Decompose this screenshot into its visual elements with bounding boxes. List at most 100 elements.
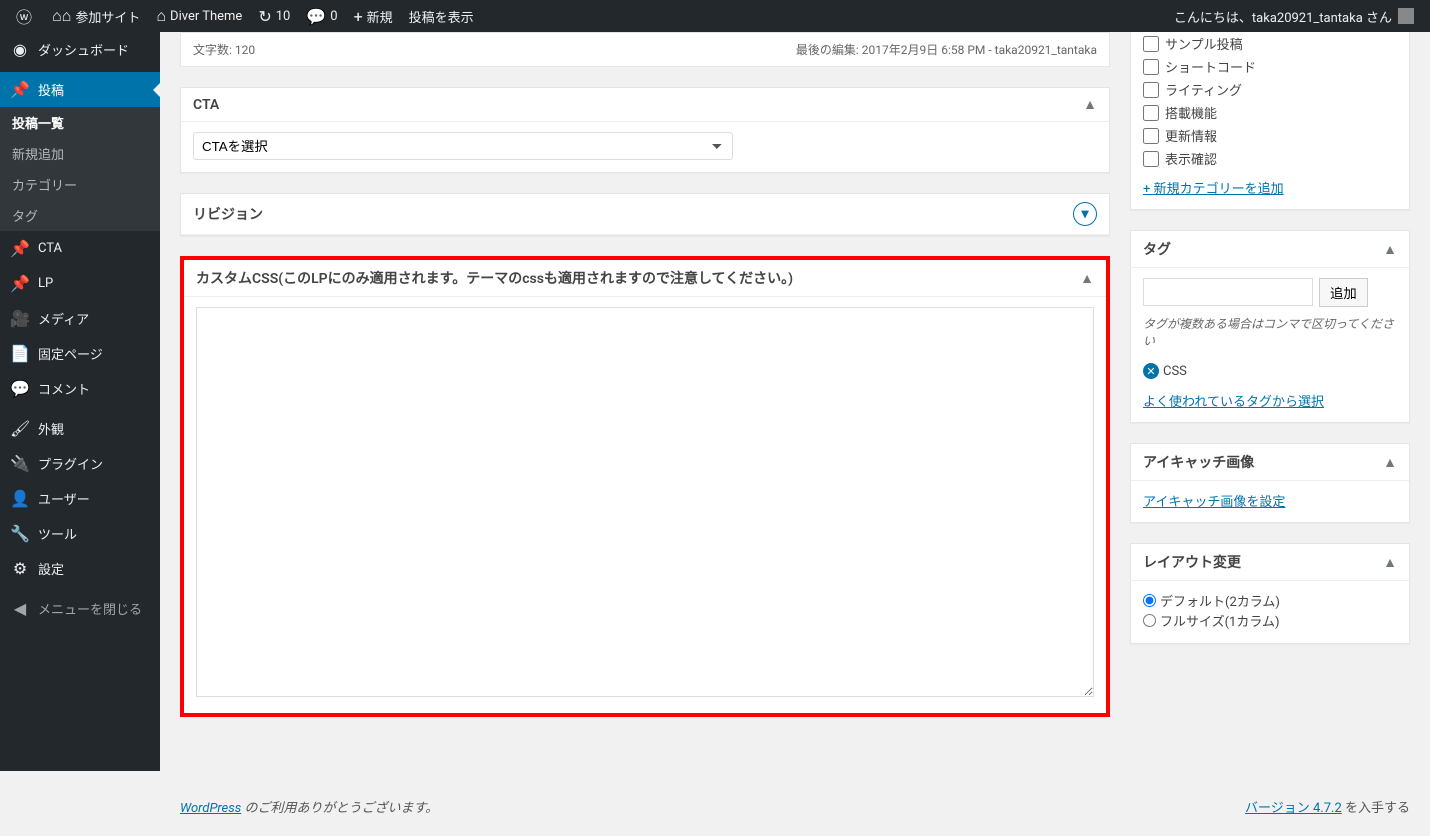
chevron-up-icon[interactable]: ▲ bbox=[1083, 96, 1097, 113]
comment-icon: 💬 bbox=[10, 379, 30, 398]
layout-opt2-label: フルサイズ(1カラム) bbox=[1160, 611, 1280, 630]
menu-pages-label: 固定ページ bbox=[38, 344, 103, 363]
chevron-up-icon[interactable]: ▲ bbox=[1383, 241, 1397, 258]
cta-metabox: CTA ▲ CTAを選択 bbox=[180, 87, 1110, 173]
menu-dashboard[interactable]: ◉ ダッシュボード bbox=[0, 32, 160, 67]
chevron-up-icon[interactable]: ▲ bbox=[1080, 270, 1094, 287]
wordpress-link[interactable]: WordPress bbox=[180, 801, 241, 816]
category-label: 搭載機能 bbox=[1165, 103, 1217, 122]
admin-menu: ◉ ダッシュボード 📌投稿 投稿一覧 新規追加 カテゴリー タグ 📌CTA 📌 LP… bbox=[0, 32, 160, 771]
category-checkbox[interactable] bbox=[1143, 36, 1159, 52]
category-label: ショートコード bbox=[1165, 57, 1256, 76]
brush-icon: 🖌 bbox=[10, 419, 30, 438]
menu-plugins[interactable]: 🔌プラグイン bbox=[0, 446, 160, 481]
menu-lp[interactable]: 📌 LP bbox=[0, 266, 160, 301]
updates[interactable]: ↻10 bbox=[250, 0, 298, 32]
layout-option-default[interactable]: デフォルト(2カラム) bbox=[1143, 591, 1280, 610]
settings-icon: ⚙ bbox=[10, 559, 30, 578]
view-post[interactable]: 投稿を表示 bbox=[401, 0, 482, 32]
menu-users[interactable]: 👤ユーザー bbox=[0, 481, 160, 516]
chevron-down-icon[interactable]: ▾ bbox=[1073, 202, 1097, 226]
menu-media-label: メディア bbox=[38, 309, 89, 328]
tools-icon: 🔧 bbox=[10, 524, 30, 543]
set-featured-image-link[interactable]: アイキャッチ画像を設定 bbox=[1143, 495, 1285, 510]
network-icon: ⌂⌂ bbox=[52, 6, 71, 26]
collapse-menu[interactable]: ◀メニューを閉じる bbox=[0, 591, 160, 626]
category-label: サンプル投稿 bbox=[1165, 34, 1243, 53]
cta-title: CTA bbox=[193, 97, 219, 113]
layout-header[interactable]: レイアウト変更 ▲ bbox=[1131, 544, 1409, 581]
category-checkbox[interactable] bbox=[1143, 82, 1159, 98]
version-link[interactable]: バージョン 4.7.2 bbox=[1245, 801, 1342, 816]
add-category-link[interactable]: + 新規カテゴリーを追加 bbox=[1143, 178, 1284, 197]
menu-media[interactable]: 🎥メディア bbox=[0, 301, 160, 336]
menu-appearance[interactable]: 🖌外観 bbox=[0, 411, 160, 446]
menu-settings[interactable]: ⚙設定 bbox=[0, 551, 160, 586]
category-checkbox[interactable] bbox=[1143, 105, 1159, 121]
footer-thanks: のご利用ありがとうございます。 bbox=[241, 801, 438, 816]
cta-select[interactable]: CTAを選択 bbox=[193, 132, 733, 160]
tag-add-button[interactable]: 追加 bbox=[1319, 278, 1368, 307]
submenu-all-posts[interactable]: 投稿一覧 bbox=[0, 107, 160, 138]
menu-comments[interactable]: 💬コメント bbox=[0, 371, 160, 406]
custom-css-header[interactable]: カスタムCSS(このLPにのみ適用されます。テーマのcssも適用されますので注意… bbox=[184, 260, 1106, 297]
category-checkbox[interactable] bbox=[1143, 151, 1159, 167]
menu-dashboard-label: ダッシュボード bbox=[38, 40, 129, 59]
my-sites-label: 参加サイト bbox=[75, 7, 140, 26]
menu-tools[interactable]: 🔧 ツール bbox=[0, 516, 160, 551]
collapse-icon: ◀ bbox=[10, 599, 30, 618]
page-icon: 📄 bbox=[10, 344, 30, 363]
remove-tag-icon[interactable]: ✕ bbox=[1143, 363, 1159, 379]
menu-posts[interactable]: 📌投稿 bbox=[0, 72, 160, 107]
menu-cta[interactable]: 📌CTA bbox=[0, 231, 160, 266]
category-checkbox-row[interactable]: サンプル投稿 bbox=[1143, 32, 1397, 55]
refresh-icon: ↻ bbox=[258, 7, 271, 26]
category-checkbox[interactable] bbox=[1143, 59, 1159, 75]
my-account[interactable]: こんにちは、taka20921_tantaka さん bbox=[1166, 0, 1422, 32]
category-checkbox-row[interactable]: ショートコード bbox=[1143, 55, 1397, 78]
custom-css-textarea[interactable] bbox=[196, 307, 1094, 697]
featured-header[interactable]: アイキャッチ画像 ▲ bbox=[1131, 444, 1409, 481]
layout-option-fullsize[interactable]: フルサイズ(1カラム) bbox=[1143, 611, 1280, 630]
my-sites[interactable]: ⌂⌂参加サイト bbox=[44, 0, 148, 32]
new-label: 新規 bbox=[367, 7, 393, 26]
chevron-up-icon[interactable]: ▲ bbox=[1383, 454, 1397, 471]
admin-bar: ⓦ ⌂⌂参加サイト ⌂Diver Theme ↻10 💬0 +新規 投稿を表示 … bbox=[0, 0, 1430, 32]
tags-header[interactable]: タグ ▲ bbox=[1131, 231, 1409, 268]
menu-pages[interactable]: 📄 固定ページ bbox=[0, 336, 160, 371]
layout-metabox: レイアウト変更 ▲ デフォルト(2カラム) フルサイズ(1カラム) bbox=[1130, 543, 1410, 644]
category-checkbox[interactable] bbox=[1143, 128, 1159, 144]
revisions-header[interactable]: リビジョン ▾ bbox=[181, 194, 1109, 235]
wp-logo[interactable]: ⓦ bbox=[8, 0, 44, 32]
pin-icon: 📌 bbox=[10, 274, 30, 293]
category-checkbox-row[interactable]: ライティング bbox=[1143, 78, 1397, 101]
category-checkbox-row[interactable]: 表示確認 bbox=[1143, 147, 1397, 170]
comments-link[interactable]: 💬0 bbox=[298, 0, 345, 32]
categories-metabox: サンプル投稿ショートコードライティング搭載機能更新情報表示確認 + 新規カテゴリー… bbox=[1130, 32, 1410, 210]
dashboard-icon: ◉ bbox=[10, 40, 30, 59]
tag-input[interactable] bbox=[1143, 278, 1313, 306]
tag-chip-label: CSS bbox=[1163, 364, 1187, 379]
menu-posts-submenu: 投稿一覧 新規追加 カテゴリー タグ bbox=[0, 107, 160, 231]
revisions-title: リビジョン bbox=[193, 204, 263, 224]
layout-radio-default[interactable] bbox=[1143, 594, 1156, 607]
category-label: 表示確認 bbox=[1165, 149, 1217, 168]
layout-radio-fullsize[interactable] bbox=[1143, 614, 1156, 627]
site-name[interactable]: ⌂Diver Theme bbox=[148, 0, 250, 32]
submenu-add-new[interactable]: 新規追加 bbox=[0, 138, 160, 169]
menu-tools-label: ツール bbox=[38, 524, 77, 543]
new-content[interactable]: +新規 bbox=[346, 0, 401, 32]
submenu-categories[interactable]: カテゴリー bbox=[0, 169, 160, 200]
chevron-up-icon[interactable]: ▲ bbox=[1383, 554, 1397, 571]
category-checkbox-row[interactable]: 搭載機能 bbox=[1143, 101, 1397, 124]
user-icon: 👤 bbox=[10, 489, 30, 508]
popular-tags-link[interactable]: よく使われているタグから選択 bbox=[1143, 395, 1324, 410]
pin-icon: 📌 bbox=[10, 239, 30, 258]
featured-image-metabox: アイキャッチ画像 ▲ アイキャッチ画像を設定 bbox=[1130, 443, 1410, 523]
menu-lp-label: LP bbox=[38, 276, 53, 291]
site-name-label: Diver Theme bbox=[170, 9, 242, 24]
submenu-tags[interactable]: タグ bbox=[0, 200, 160, 231]
category-checkbox-row[interactable]: 更新情報 bbox=[1143, 124, 1397, 147]
cta-metabox-header[interactable]: CTA ▲ bbox=[181, 88, 1109, 122]
word-count-row: 文字数: 120 最後の編集: 2017年2月9日 6:58 PM - taka… bbox=[180, 32, 1110, 67]
